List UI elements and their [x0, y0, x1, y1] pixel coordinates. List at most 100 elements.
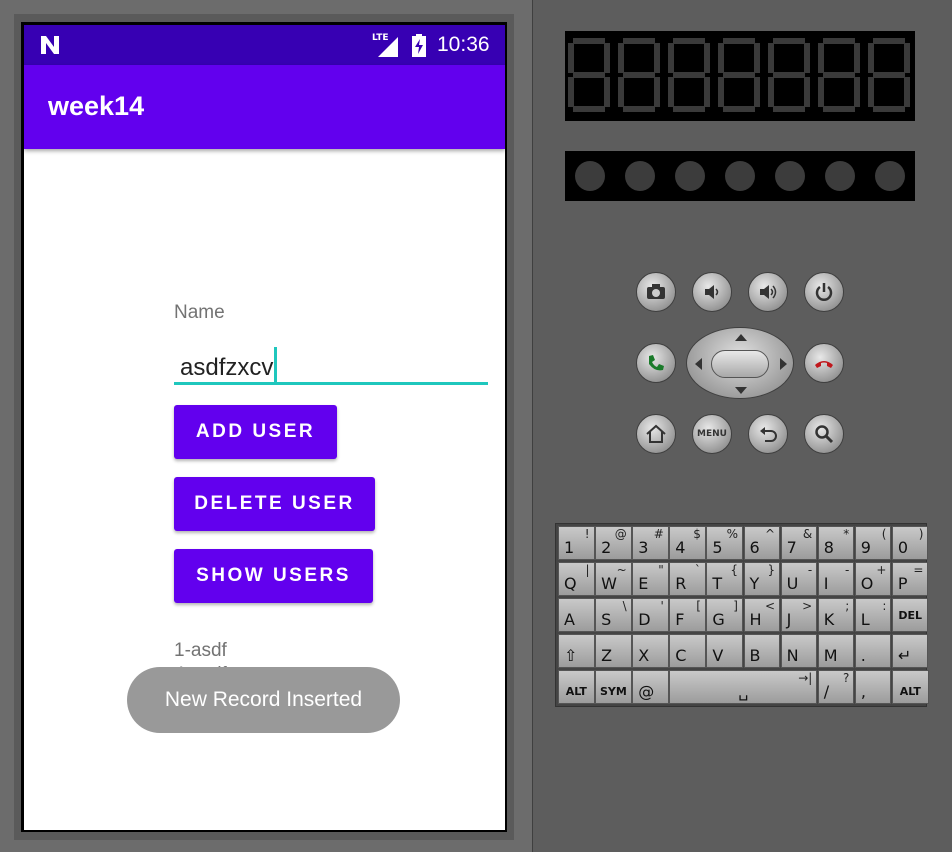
key-label: I	[823, 574, 829, 593]
key[interactable]: 0)	[891, 526, 929, 560]
key-alt-label: →|	[798, 671, 813, 685]
menu-button[interactable]: MENU	[692, 414, 732, 454]
key[interactable]: D '	[632, 598, 669, 632]
key[interactable]: 5%	[706, 526, 743, 560]
key[interactable]: A	[558, 598, 595, 632]
key[interactable]: Z	[595, 634, 632, 668]
key-alt-label: +	[876, 563, 887, 577]
show-users-button[interactable]: SHOW USERS	[174, 549, 373, 603]
key[interactable]: DEL	[891, 598, 929, 632]
key[interactable]: 2 @	[595, 526, 632, 560]
dpad-center-button[interactable]	[711, 350, 769, 378]
end-call-button[interactable]	[804, 343, 844, 383]
key-alt-label: \	[622, 599, 627, 613]
key[interactable]: 3 #	[632, 526, 669, 560]
key[interactable]: SYM	[595, 670, 632, 704]
camera-button[interactable]	[636, 272, 676, 312]
key[interactable]: V	[706, 634, 743, 668]
key-alt-label: >	[802, 599, 813, 613]
back-button[interactable]	[748, 414, 788, 454]
key-alt-label: "	[658, 563, 664, 577]
key[interactable]: J >	[780, 598, 818, 632]
battery-charging-icon	[412, 34, 426, 57]
key[interactable]: ↵	[891, 634, 929, 668]
signal-icon	[378, 37, 398, 57]
key-alt-label: [	[696, 599, 701, 613]
key[interactable]: P =	[891, 562, 929, 596]
key-label: /	[823, 682, 830, 701]
key[interactable]: ALT	[892, 670, 929, 704]
back-icon	[760, 427, 777, 442]
key[interactable]: ALT	[558, 670, 595, 704]
key[interactable]: U-	[780, 562, 818, 596]
key[interactable]: 4 $	[669, 526, 706, 560]
search-button[interactable]	[804, 414, 844, 454]
key[interactable]: Y}	[743, 562, 781, 596]
emulator-window: LTE 10:36 week14 Name asdfzxcv ADD USER …	[0, 0, 952, 852]
key[interactable]: 7 &	[780, 526, 818, 560]
add-user-button[interactable]: ADD USER	[174, 405, 337, 459]
key[interactable]: 9(	[854, 526, 892, 560]
key-alt-label: -	[844, 563, 850, 577]
key-alt-label: -	[807, 563, 813, 577]
key[interactable]: G]	[706, 598, 743, 632]
key-alt-label: `	[694, 563, 701, 577]
key-label: ⇧	[564, 646, 578, 665]
key[interactable]: S \	[595, 598, 632, 632]
volume-up-button[interactable]	[748, 272, 788, 312]
key[interactable]: ⇧	[558, 634, 595, 668]
key-alt-label: *	[843, 527, 850, 541]
dpad[interactable]	[686, 327, 794, 399]
key[interactable]: K;	[817, 598, 855, 632]
user-item: 1-asdf	[174, 640, 227, 661]
key-alt-label: )	[918, 527, 924, 541]
key[interactable]: 6 ^	[743, 526, 781, 560]
key-label: 0	[897, 538, 909, 557]
key[interactable]: I-	[817, 562, 855, 596]
key-label: SYM	[599, 685, 627, 698]
home-button[interactable]	[636, 414, 676, 454]
key[interactable]: 8 *	[817, 526, 855, 560]
call-icon	[649, 355, 664, 371]
key-label: A	[564, 610, 575, 629]
power-button[interactable]	[804, 272, 844, 312]
key[interactable]: M	[817, 634, 855, 668]
key-label: J	[786, 610, 792, 629]
key-label: 7	[786, 538, 797, 557]
key[interactable]: C	[669, 634, 706, 668]
key-label: .	[860, 646, 866, 665]
key-alt-label: '	[660, 599, 664, 613]
volume-up-icon	[760, 285, 777, 299]
emulator-controls: MENU 1! 2 @3 #4 $5% 6 ^ 7 & 8 * 9(0) Q | W ~ E " R ` T{Y} U - I…	[532, 0, 952, 852]
delete-user-button[interactable]: DELETE USER	[174, 477, 375, 531]
key[interactable]: /?	[817, 670, 855, 704]
camera-icon	[647, 284, 665, 299]
key[interactable]: E "	[632, 562, 669, 596]
key-label: Q	[564, 574, 577, 593]
key[interactable]: R `	[669, 562, 706, 596]
key-label: H	[749, 610, 762, 629]
key-label: 2	[601, 538, 612, 557]
key[interactable]: Q |	[558, 562, 595, 596]
key[interactable]: O +	[854, 562, 892, 596]
key[interactable]: 1!	[558, 526, 595, 560]
key-label: E	[638, 574, 649, 593]
key-label: T	[712, 574, 723, 593]
key[interactable]: ␣ →|	[669, 670, 818, 704]
key[interactable]: ,	[854, 670, 892, 704]
key[interactable]: N	[780, 634, 818, 668]
key[interactable]: L:	[854, 598, 892, 632]
key[interactable]: H <	[743, 598, 781, 632]
key[interactable]: F[	[669, 598, 706, 632]
volume-down-button[interactable]	[692, 272, 732, 312]
key-alt-label: }	[767, 563, 776, 577]
key[interactable]: .	[854, 634, 892, 668]
key[interactable]: @	[632, 670, 669, 704]
key[interactable]: B	[743, 634, 781, 668]
key[interactable]: W ~	[595, 562, 632, 596]
key[interactable]: T{	[706, 562, 743, 596]
key[interactable]: X	[632, 634, 669, 668]
key-label: S	[601, 610, 612, 629]
key-label: R	[675, 574, 687, 593]
call-button[interactable]	[636, 343, 676, 383]
